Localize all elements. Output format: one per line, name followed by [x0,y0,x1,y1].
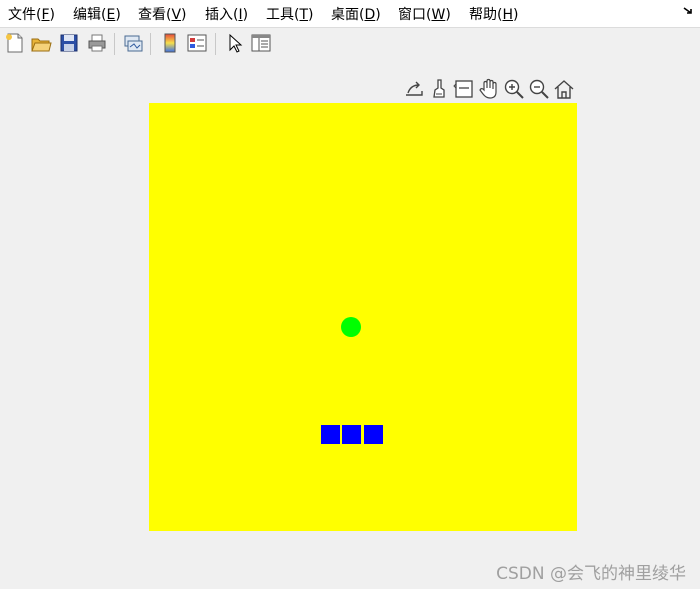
game-axes[interactable] [149,103,577,531]
toolbar-separator [150,33,151,55]
ball [341,317,361,337]
link-plot-icon[interactable] [122,32,144,54]
menu-help[interactable]: 帮助(H) [469,5,518,25]
restore-view-icon[interactable] [553,78,575,100]
edit-plot-pointer-icon[interactable] [224,32,246,54]
legend-icon[interactable] [186,32,208,54]
colorbar-icon[interactable] [159,32,181,54]
dock-arrow-icon[interactable] [682,5,694,20]
menu-view[interactable]: 查看(V) [138,5,187,25]
figure-toolbar [0,29,700,61]
menu-insert[interactable]: 插入(I) [205,5,248,25]
toolbar-separator [114,33,115,55]
menu-file[interactable]: 文件(F) [8,5,55,25]
print-icon[interactable] [86,32,108,54]
menu-edit[interactable]: 编辑(E) [73,5,121,25]
menu-window[interactable]: 窗口(W) [398,5,451,25]
zoom-in-icon[interactable] [503,78,525,100]
pan-icon[interactable] [478,78,500,100]
data-tips-icon[interactable] [453,78,475,100]
new-figure-icon[interactable] [4,32,26,54]
paddle-block [321,425,340,444]
brush-icon[interactable] [428,78,450,100]
menu-desktop[interactable]: 桌面(D) [331,5,381,25]
zoom-out-icon[interactable] [528,78,550,100]
export-icon[interactable] [403,78,425,100]
save-icon[interactable] [58,32,80,54]
open-file-icon[interactable] [30,32,52,54]
menu-bar: 文件(F) 编辑(E) 查看(V) 插入(I) 工具(T) 桌面(D) 窗口(W… [0,0,700,28]
paddle-block [364,425,383,444]
menu-tools[interactable]: 工具(T) [266,5,314,25]
watermark: CSDN @会飞的神里绫华 [496,564,686,584]
paddle-block [342,425,361,444]
toolbar-separator [215,33,216,55]
property-inspector-icon[interactable] [250,32,272,54]
